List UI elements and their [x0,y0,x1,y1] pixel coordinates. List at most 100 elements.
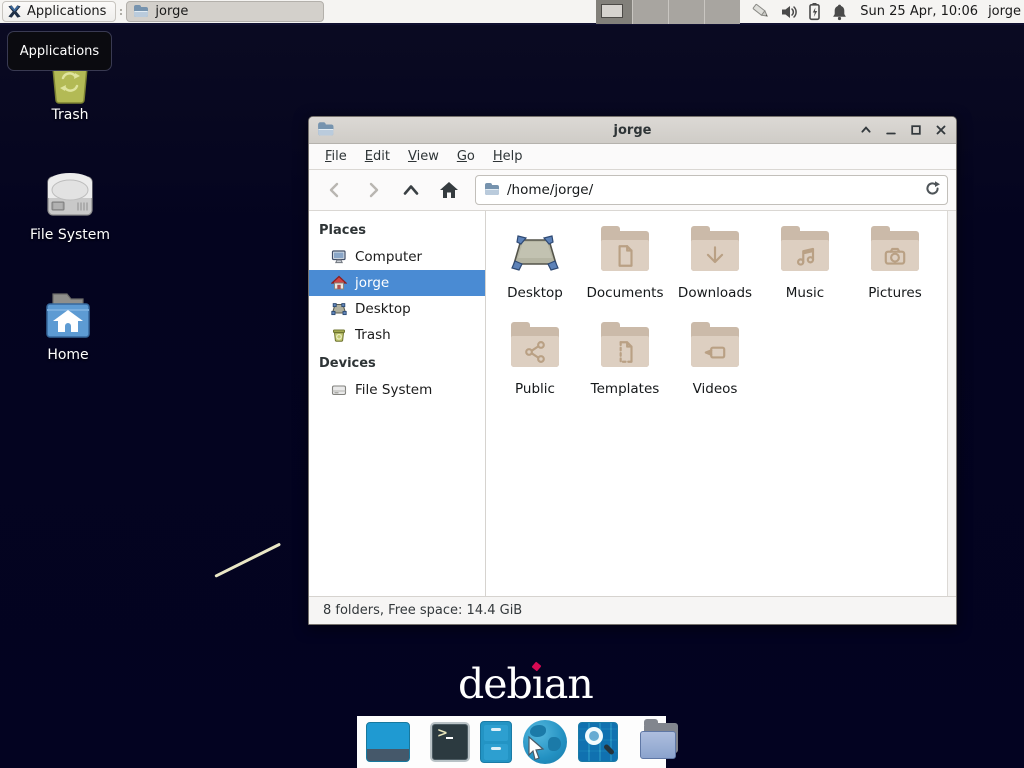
file-item-public[interactable]: Public [490,319,580,415]
workspace-4[interactable] [704,0,740,24]
reload-button[interactable] [924,180,941,201]
file-item-pictures[interactable]: Pictures [850,223,940,319]
terminal-launcher[interactable] [430,722,470,762]
notifications-bell-icon[interactable] [831,3,848,21]
sidebar: Places Computer jorge [309,211,486,596]
file-cabinet-icon [480,721,512,763]
file-item-downloads[interactable]: Downloads [670,223,760,319]
taskbar-window-label: jorge [155,4,188,19]
desktop-icon-label: Home [18,347,118,363]
drive-small-icon [331,382,347,398]
download-arrow-emblem-icon [702,243,728,269]
desktop-icon-filesystem[interactable]: File System [20,166,120,243]
sidebar-item-desktop[interactable]: Desktop [309,296,485,322]
forward-button[interactable] [355,174,391,206]
location-folder-icon [484,183,500,197]
computer-icon [331,249,347,265]
bottom-dock [357,716,666,768]
tooltip-text: Applications [20,44,99,59]
file-label: Downloads [678,285,752,301]
app-finder-launcher[interactable] [578,722,618,762]
sidebar-item-label: Computer [355,249,422,265]
panel-separator-handle [119,9,123,15]
workspace-1-active[interactable] [596,0,632,24]
close-button[interactable] [934,123,948,137]
location-bar[interactable]: /home/jorge/ [475,175,948,205]
file-item-documents[interactable]: Documents [580,223,670,319]
debian-logo-i-red-dot: ı [532,660,544,708]
window-folder-icon [317,122,335,137]
file-label: Videos [693,381,738,397]
statusbar: 8 folders, Free space: 14.4 GiB [309,596,956,624]
document-emblem-icon [612,243,638,269]
back-button[interactable] [317,174,353,206]
sidebar-devices-header: Devices [309,352,485,377]
terminal-icon [430,722,470,762]
debian-logo-text: an [544,660,593,708]
panel-username[interactable]: jorge [988,4,1021,19]
workspace-3[interactable] [668,0,704,24]
web-browser-launcher[interactable] [522,719,568,765]
desktop-artifact-line [214,543,281,578]
file-manager-launcher[interactable] [480,721,512,763]
sidebar-item-label: Desktop [355,301,411,317]
desktop-icon [331,301,347,317]
taskbar-window-button[interactable]: jorge [126,1,324,22]
menu-help[interactable]: Help [484,145,532,168]
titlebar[interactable]: jorge [309,117,956,144]
sidebar-item-trash[interactable]: Trash [309,322,485,348]
panel-clock[interactable]: Sun 25 Apr, 10:06 [860,4,978,19]
volume-icon[interactable] [780,3,798,21]
applications-tooltip: Applications [7,31,112,71]
directory-menu-launcher[interactable] [638,723,680,761]
sidebar-item-label: Trash [355,327,391,343]
cursor-arrow-icon [525,735,547,761]
location-path[interactable]: /home/jorge/ [507,182,917,198]
window-controls [859,123,948,137]
file-item-music[interactable]: Music [760,223,850,319]
file-label: Public [515,381,555,397]
menu-file[interactable]: File [316,145,356,168]
desktop-icon-home[interactable]: Home [18,286,118,363]
file-item-videos[interactable]: Videos [670,319,760,415]
battery-icon[interactable] [807,2,822,21]
file-view: Desktop Documents [486,211,956,596]
menu-go[interactable]: Go [448,145,484,168]
toolbar: /home/jorge/ [309,170,956,211]
sidebar-item-filesystem[interactable]: File System [309,377,485,403]
workspace-2[interactable] [632,0,668,24]
file-item-templates[interactable]: Templates [580,319,670,415]
hard-drive-icon [41,168,99,224]
share-emblem-icon [522,339,548,365]
menu-edit[interactable]: Edit [356,145,399,168]
screenshot-pen-icon[interactable] [752,2,771,21]
maximize-button[interactable] [909,123,923,137]
camera-emblem-icon [882,243,908,269]
file-item-desktop[interactable]: Desktop [490,223,580,319]
xfce-applications-icon [7,4,22,19]
menu-view[interactable]: View [399,145,448,168]
app-finder-icon [578,722,618,762]
music-notes-emblem-icon [792,243,818,269]
applications-menu-button[interactable]: Applications [2,1,116,22]
debian-logo: debıan [458,660,593,708]
home-button[interactable] [431,174,467,206]
window-body: Places Computer jorge [309,211,956,596]
vertical-scrollbar[interactable] [947,211,956,596]
sidebar-item-jorge[interactable]: jorge [309,270,485,296]
file-label: Desktop [507,285,563,301]
sidebar-item-label: File System [355,382,432,398]
globe-icon [522,719,568,765]
trash-small-icon [331,327,347,343]
show-desktop-button[interactable] [366,722,410,762]
minimize-button[interactable] [884,123,898,137]
up-button[interactable] [393,174,429,206]
workspace-pager[interactable] [596,0,740,24]
menubar: File Edit View Go Help [309,144,956,170]
shade-button[interactable] [859,123,873,137]
sidebar-item-computer[interactable]: Computer [309,244,485,270]
home-folder-icon [39,286,97,344]
desktop-icon-label: File System [20,227,120,243]
sidebar-item-label: jorge [355,275,389,291]
file-manager-window: jorge File Edit View Go Help [308,116,957,625]
